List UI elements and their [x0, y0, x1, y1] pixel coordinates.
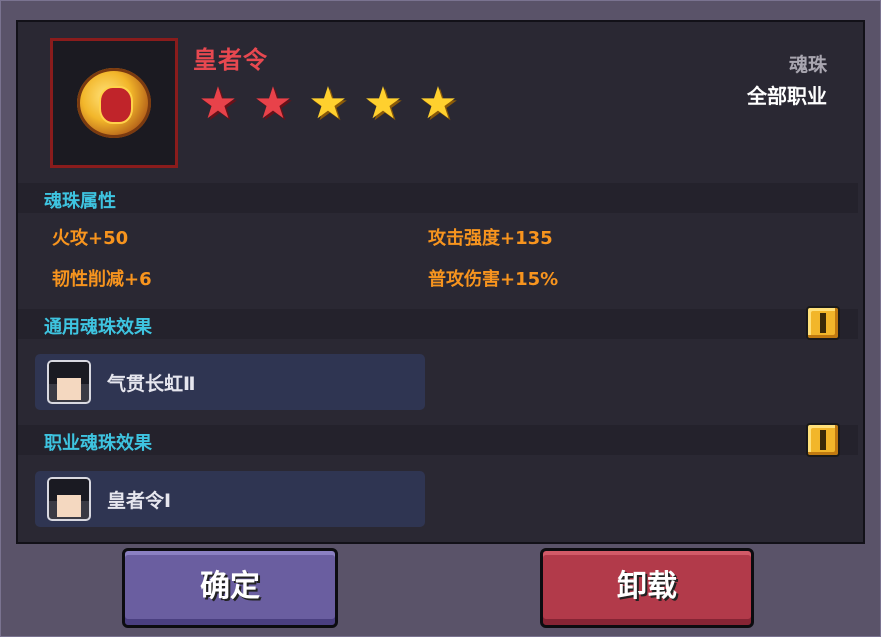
star-icon: ★ — [308, 78, 348, 129]
attribute-fire-attack: 火攻+50 — [52, 228, 129, 249]
attributes-title: 魂珠属性 — [44, 191, 116, 212]
avatar — [47, 477, 91, 521]
star-icon: ★ — [253, 78, 293, 129]
star-icon: ★ — [418, 78, 458, 129]
star-rating: ★ ★ ★ ★ ★ — [196, 82, 460, 126]
common-effect-title: 通用魂珠效果 — [44, 317, 152, 338]
common-effect-label: 气贯长虹Ⅱ — [107, 373, 196, 395]
soul-orb-icon-frame — [50, 38, 178, 168]
item-class: 全部职业 — [747, 84, 827, 108]
star-icon: ★ — [363, 78, 403, 129]
soul-orb-icon — [77, 68, 151, 138]
class-effect-label: 皇者令Ⅰ — [107, 490, 172, 512]
attribute-normal-attack-damage: 普攻伤害+15% — [428, 269, 559, 290]
confirm-button[interactable]: 确定 — [122, 548, 338, 628]
common-effect-slot[interactable]: 气贯长虹Ⅱ — [35, 354, 425, 410]
class-effect-title: 职业魂珠效果 — [44, 433, 152, 454]
item-type: 魂珠 — [788, 54, 827, 76]
avatar — [47, 360, 91, 404]
star-icon: ★ — [198, 78, 238, 129]
attribute-attack-power: 攻击强度+135 — [428, 228, 553, 249]
class-effect-slot[interactable]: 皇者令Ⅰ — [35, 471, 425, 527]
info-icon-common-effect[interactable] — [806, 306, 840, 340]
info-icon-class-effect[interactable] — [806, 423, 840, 457]
item-name: 皇者令 — [193, 46, 268, 74]
unload-button[interactable]: 卸载 — [540, 548, 754, 628]
attributes-header-bar — [18, 183, 858, 213]
attribute-toughness-reduction: 韧性削减+6 — [52, 269, 152, 290]
